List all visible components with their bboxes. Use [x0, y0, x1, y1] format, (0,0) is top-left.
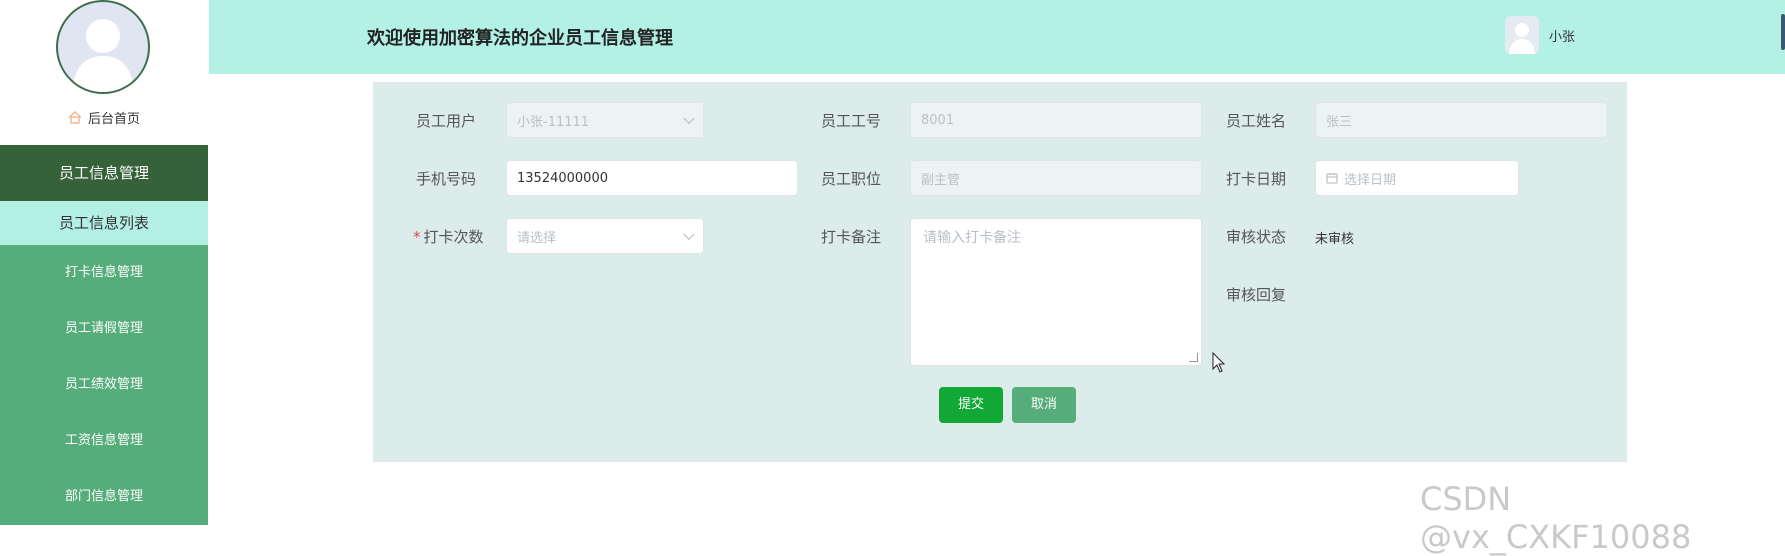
- position-value: 副主管: [921, 172, 961, 188]
- phone-field[interactable]: 13524000000: [506, 160, 798, 196]
- sidebar-item-checkin-management[interactable]: 打卡信息管理: [0, 245, 208, 301]
- employee-id-label: 员工工号: [821, 112, 882, 130]
- mouse-cursor-icon: [1212, 351, 1226, 378]
- checkin-count-select[interactable]: 请选择: [506, 218, 704, 254]
- remark-textarea[interactable]: 请输入打卡备注: [910, 218, 1202, 366]
- sidebar-item-leave-management[interactable]: 员工请假管理: [0, 301, 208, 357]
- remark-placeholder: 请输入打卡备注: [923, 230, 1021, 246]
- employee-name-value: 张三: [1326, 114, 1353, 130]
- profile-avatar[interactable]: [56, 0, 150, 94]
- sidebar: 后台首页 员工信息管理 员工信息列表 打卡信息管理 员工请假管理 员工绩效管理 …: [0, 0, 208, 532]
- user-menu[interactable]: 小张: [1505, 16, 1575, 54]
- page-title: 欢迎使用加密算法的企业员工信息管理: [367, 28, 673, 49]
- checkin-date-picker[interactable]: 选择日期: [1315, 160, 1519, 196]
- phone-value: 13524000000: [517, 170, 608, 186]
- calendar-icon: [1326, 172, 1338, 184]
- sidebar-menu: 员工信息管理 员工信息列表 打卡信息管理 员工请假管理 员工绩效管理 工资信息管…: [0, 145, 208, 525]
- required-asterisk: *: [413, 228, 421, 246]
- position-label: 员工职位: [821, 170, 882, 188]
- watermark: CSDN @vx_CXKF10088: [1420, 480, 1692, 556]
- header: 欢迎使用加密算法的企业员工信息管理 小张: [209, 0, 1785, 74]
- home-icon: [68, 111, 82, 128]
- chevron-down-icon: [683, 228, 695, 241]
- scrollbar[interactable]: [1781, 14, 1785, 50]
- user-icon: [1509, 23, 1535, 54]
- home-link-label: 后台首页: [87, 112, 140, 127]
- review-status-value: 未审核: [1315, 232, 1355, 247]
- review-status-label: 审核状态: [1226, 228, 1287, 246]
- sidebar-item-department-management[interactable]: 部门信息管理: [0, 469, 208, 525]
- position-field[interactable]: 副主管: [910, 160, 1202, 196]
- checkin-count-label-text: 打卡次数: [423, 228, 484, 246]
- phone-label: 手机号码: [416, 170, 477, 188]
- checkin-count-label: * 打卡次数: [413, 226, 484, 247]
- sidebar-item-performance-management[interactable]: 员工绩效管理: [0, 357, 208, 413]
- user-silhouette-icon: [72, 19, 134, 92]
- checkin-count-placeholder: 请选择: [517, 230, 557, 246]
- employee-name-label: 员工姓名: [1226, 112, 1287, 130]
- cancel-button[interactable]: 取消: [1012, 387, 1076, 423]
- sidebar-item-employee-list[interactable]: 员工信息列表: [0, 201, 208, 245]
- checkin-date-label: 打卡日期: [1226, 170, 1287, 188]
- username: 小张: [1549, 29, 1576, 45]
- employee-user-label: 员工用户: [416, 112, 477, 130]
- checkin-date-placeholder: 选择日期: [1344, 172, 1397, 188]
- employee-form: 员工用户 小张-11111 员工工号 8001 员工姓名 张三 手机号码 135…: [373, 82, 1627, 462]
- employee-id-field[interactable]: 8001: [910, 102, 1202, 138]
- submit-button[interactable]: 提交: [939, 387, 1003, 423]
- employee-name-field[interactable]: 张三: [1315, 102, 1607, 138]
- remark-label: 打卡备注: [821, 228, 882, 246]
- employee-id-value: 8001: [921, 112, 955, 128]
- employee-user-select[interactable]: 小张-11111: [506, 102, 704, 138]
- review-reply-label: 审核回复: [1226, 286, 1287, 304]
- home-link[interactable]: 后台首页: [0, 108, 208, 130]
- sidebar-item-employee-management[interactable]: 员工信息管理: [0, 145, 208, 201]
- sidebar-item-salary-management[interactable]: 工资信息管理: [0, 413, 208, 469]
- resize-handle-icon[interactable]: [1189, 353, 1198, 362]
- avatar: [1505, 16, 1539, 54]
- chevron-down-icon: [683, 112, 695, 125]
- employee-user-value: 小张-11111: [517, 114, 590, 130]
